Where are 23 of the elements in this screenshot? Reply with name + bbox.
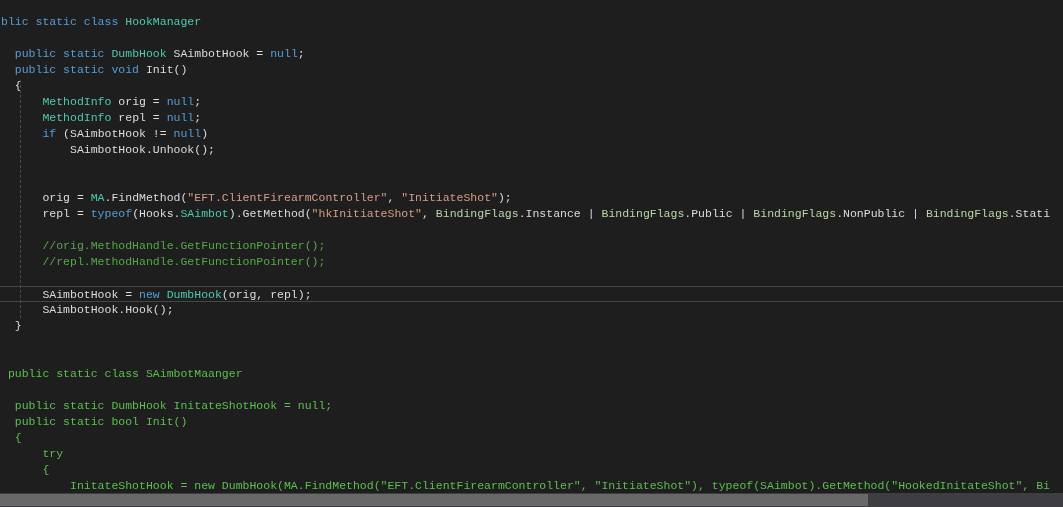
code-line: repl = typeof(Hooks.SAimbot).GetMethod("hkInitiateShot", BindingFlags.Instance | BindingFlags.Public | BindingFlags.NonPublic | BindingFlags.Stati <box>41 206 1052 222</box>
horizontal-scrollbar[interactable] <box>0 493 1063 507</box>
code-line: blic static class HookManager <box>0 14 203 30</box>
code-line: public static void Init() <box>13 62 189 78</box>
code-line: public static DumbHook SAimbotHook = null; <box>13 46 306 62</box>
code-line: SAimbotHook.Hook(); <box>41 302 175 318</box>
code-line: //orig.MethodHandle.GetFunctionPointer(); <box>41 238 327 254</box>
code-line: MethodInfo orig = null; <box>41 94 203 110</box>
code-line: { <box>41 462 51 478</box>
code-line: InitateShotHook = new DumbHook(MA.FindMethod("EFT.ClientFirearmController", "InitiateShot"), typeof(SAimbot).GetMethod("HookedInitateShot", Bi <box>69 478 1051 493</box>
code-line: public static bool Init() <box>13 414 189 430</box>
code-line: try <box>41 446 65 462</box>
scrollbar-thumb[interactable] <box>0 494 868 506</box>
code-line: { <box>13 430 23 446</box>
code-line: public static class SAimbotMaanger <box>6 366 244 382</box>
code-line: public static DumbHook InitateShotHook = null; <box>13 398 334 414</box>
code-line: orig = MA.FindMethod("EFT.ClientFirearmController", "InitiateShot"); <box>41 190 513 206</box>
code-line: MethodInfo repl = null; <box>41 110 203 126</box>
code-line: } <box>13 318 23 334</box>
code-line: //repl.MethodHandle.GetFunctionPointer(); <box>41 254 327 270</box>
code-line: if (SAimbotHook != null) <box>41 126 210 142</box>
code-line: SAimbotHook.Unhook(); <box>69 142 216 158</box>
current-code-line: SAimbotHook = new DumbHook(orig, repl); <box>0 286 1063 302</box>
